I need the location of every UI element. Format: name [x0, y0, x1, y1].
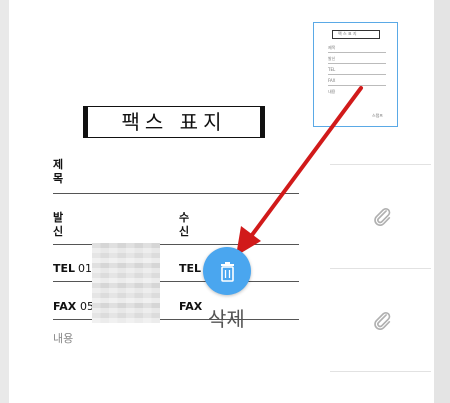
delete-label[interactable]: 삭제 [208, 303, 245, 332]
trash-icon [221, 262, 234, 282]
annotation-arrow [236, 86, 363, 256]
delete-button[interactable] [203, 247, 251, 295]
